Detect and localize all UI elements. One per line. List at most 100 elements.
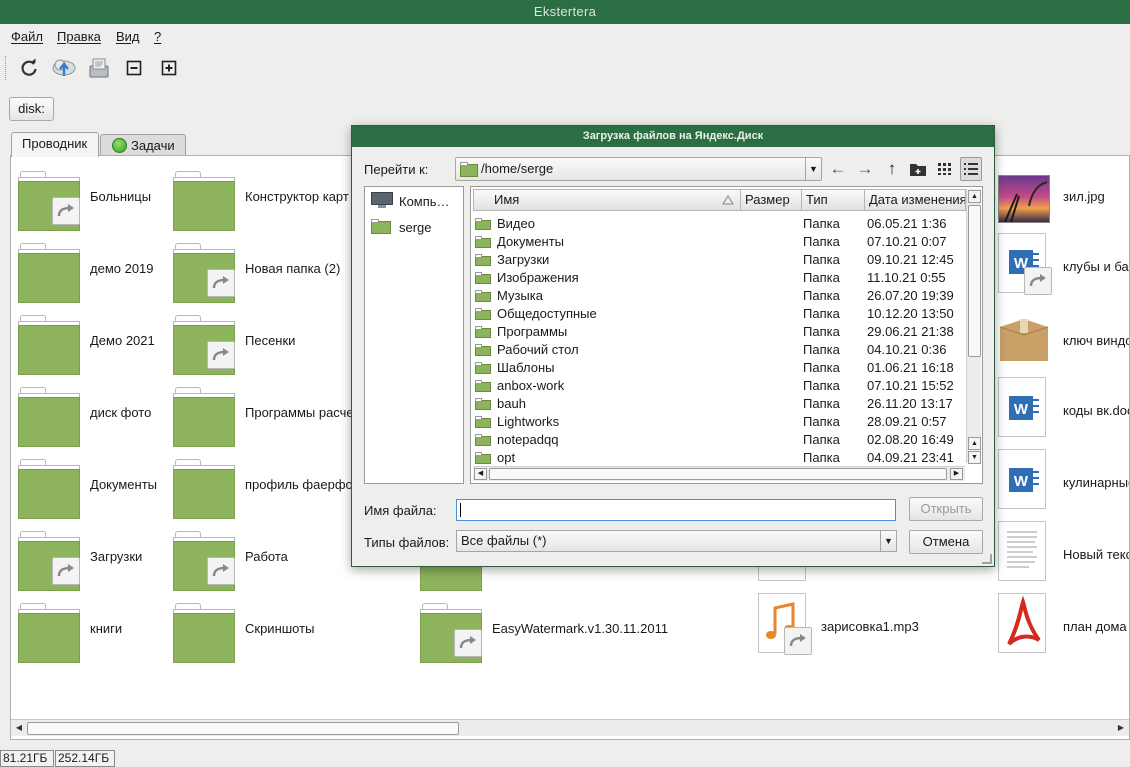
item-image[interactable]: зил.jpg bbox=[998, 169, 1129, 231]
item-folder[interactable]: Конструктор карт bbox=[173, 169, 353, 231]
file-row[interactable]: Загрузки Папка 09.10.21 12:45 bbox=[473, 251, 965, 269]
filename-input[interactable] bbox=[456, 499, 896, 521]
item-folder[interactable]: Документы bbox=[18, 457, 168, 519]
folder-icon bbox=[18, 241, 80, 303]
file-row[interactable]: Изображения Папка 11.10.21 0:55 bbox=[473, 269, 965, 287]
file-row[interactable]: bauh Папка 26.11.20 13:17 bbox=[473, 395, 965, 413]
file-date: 28.09.21 0:57 bbox=[867, 414, 947, 429]
open-button[interactable]: Открыть bbox=[909, 497, 983, 521]
menu-view[interactable]: Вид bbox=[116, 29, 140, 44]
item-label: Загрузки bbox=[90, 549, 143, 564]
place-home[interactable]: serge bbox=[369, 216, 461, 238]
item-folder[interactable]: Скриншоты bbox=[173, 601, 353, 663]
file-name: Программы bbox=[497, 324, 568, 339]
column-header-type[interactable]: Тип bbox=[801, 189, 865, 211]
item-folder[interactable]: Работа bbox=[173, 529, 353, 591]
scrollbar-thumb[interactable] bbox=[27, 722, 459, 735]
image-thumbnail-icon bbox=[998, 175, 1050, 223]
item-folder[interactable]: Загрузки bbox=[18, 529, 168, 591]
file-row[interactable]: Общедоступные Папка 10.12.20 13:50 bbox=[473, 305, 965, 323]
item-text[interactable]: Новый текс bbox=[998, 521, 1130, 583]
menu-file[interactable]: Файл bbox=[11, 29, 43, 44]
item-folder[interactable]: профиль фаерфо bbox=[173, 457, 353, 519]
file-row[interactable]: Видео Папка 06.05.21 1:36 bbox=[473, 215, 965, 233]
up-arrow-icon[interactable]: ↑ bbox=[881, 157, 903, 181]
file-row[interactable]: opt Папка 04.09.21 23:41 bbox=[473, 449, 965, 467]
item-label: зил.jpg bbox=[1063, 189, 1105, 204]
item-folder[interactable]: EasyWatermark.v1.30.11.2011 bbox=[420, 601, 720, 663]
item-word[interactable]: W клубы и бар bbox=[998, 233, 1129, 295]
dropdown-arrow-icon[interactable]: ▼ bbox=[880, 531, 896, 551]
scroll-up-icon[interactable]: ▲ bbox=[968, 190, 981, 203]
column-header-name[interactable]: Имя bbox=[473, 189, 741, 211]
column-header-size[interactable]: Размер bbox=[740, 189, 802, 211]
item-label: Конструктор карт bbox=[245, 189, 349, 204]
back-arrow-icon[interactable]: ← bbox=[827, 157, 849, 181]
item-label: Новый текс bbox=[1063, 547, 1130, 562]
path-combobox[interactable]: /home/serge ▼ bbox=[455, 157, 822, 181]
file-date: 26.07.20 19:39 bbox=[867, 288, 954, 303]
item-folder[interactable]: демо 2019 bbox=[18, 241, 168, 303]
file-row[interactable]: Документы Папка 07.10.21 0:07 bbox=[473, 233, 965, 251]
item-folder[interactable]: диск фото bbox=[18, 385, 168, 447]
new-folder-icon[interactable] bbox=[907, 157, 929, 181]
item-folder[interactable]: Новая папка (2) bbox=[173, 241, 353, 303]
scroll-down-icon[interactable]: ▼ bbox=[968, 451, 981, 464]
horizontal-scrollbar[interactable]: ◀ ▶ bbox=[11, 719, 1129, 736]
horizontal-scrollbar[interactable]: ◀ ▶ bbox=[473, 466, 965, 481]
file-row[interactable]: Программы Папка 29.06.21 21:38 bbox=[473, 323, 965, 341]
file-row[interactable]: Шаблоны Папка 01.06.21 16:18 bbox=[473, 359, 965, 377]
scrollbar-thumb[interactable] bbox=[968, 205, 981, 357]
scroll-left-icon[interactable]: ◀ bbox=[12, 721, 26, 735]
file-row[interactable]: Lightworks Папка 28.09.21 0:57 bbox=[473, 413, 965, 431]
item-word[interactable]: W кулинарные bbox=[998, 449, 1129, 511]
column-header-date[interactable]: Дата изменения bbox=[864, 189, 966, 211]
upload-cloud-icon[interactable] bbox=[51, 55, 77, 81]
tab-explorer[interactable]: Проводник bbox=[11, 132, 99, 157]
item-folder[interactable]: Больницы bbox=[18, 169, 168, 231]
scroll-right-icon[interactable]: ▶ bbox=[950, 468, 963, 480]
file-name: Рабочий стол bbox=[497, 342, 579, 357]
folder-icon bbox=[475, 236, 491, 248]
scroll-right-icon[interactable]: ▶ bbox=[1114, 721, 1128, 735]
scrollbar-thumb[interactable] bbox=[489, 468, 947, 480]
file-name: anbox-work bbox=[497, 378, 565, 393]
collapse-icon[interactable] bbox=[121, 55, 147, 81]
item-folder[interactable]: книги bbox=[18, 601, 168, 663]
disk-button[interactable]: disk: bbox=[9, 97, 54, 121]
place-computer[interactable]: Компь… bbox=[369, 190, 461, 212]
list-view-icon[interactable] bbox=[960, 157, 982, 181]
scroll-up-icon[interactable]: ▲ bbox=[968, 437, 981, 450]
scroll-left-icon[interactable]: ◀ bbox=[474, 468, 487, 480]
cancel-button[interactable]: Отмена bbox=[909, 530, 983, 554]
file-row[interactable]: Музыка Папка 26.07.20 19:39 bbox=[473, 287, 965, 305]
expand-icon[interactable] bbox=[156, 55, 182, 81]
item-folder[interactable]: Демо 2021 bbox=[18, 313, 168, 375]
item-folder[interactable]: Песенки bbox=[173, 313, 353, 375]
filetypes-combobox[interactable]: Все файлы (*) ▼ bbox=[456, 530, 897, 552]
folder-icon bbox=[475, 290, 491, 302]
item-folder[interactable]: Программы расче bbox=[173, 385, 354, 447]
resize-grip-icon[interactable] bbox=[982, 554, 992, 564]
file-row[interactable]: notepadqq Папка 02.08.20 16:49 bbox=[473, 431, 965, 449]
vertical-scrollbar[interactable]: ▲ ▲ ▼ bbox=[966, 189, 981, 464]
item-box[interactable]: ключ виндо bbox=[998, 313, 1129, 375]
toolbar-grip[interactable] bbox=[5, 56, 8, 80]
places-panel: Компь… serge bbox=[364, 186, 464, 484]
dropdown-arrow-icon[interactable]: ▼ bbox=[805, 158, 821, 180]
file-date: 04.10.21 0:36 bbox=[867, 342, 947, 357]
download-icon[interactable] bbox=[86, 55, 112, 81]
item-pdf[interactable]: план дома bbox=[998, 593, 1129, 655]
icon-view-icon[interactable] bbox=[934, 157, 956, 181]
menu-bar: Файл Правка Вид ? bbox=[0, 26, 1130, 48]
file-date: 29.06.21 21:38 bbox=[867, 324, 954, 339]
menu-edit[interactable]: Правка bbox=[57, 29, 101, 44]
menu-help[interactable]: ? bbox=[154, 29, 161, 44]
item-label: Больницы bbox=[90, 189, 152, 204]
file-row[interactable]: anbox-work Папка 07.10.21 15:52 bbox=[473, 377, 965, 395]
item-word[interactable]: W коды вк.doc bbox=[998, 377, 1129, 439]
item-audio[interactable]: зарисовка1.mp3 bbox=[758, 593, 958, 655]
file-row[interactable]: Рабочий стол Папка 04.10.21 0:36 bbox=[473, 341, 965, 359]
forward-arrow-icon[interactable]: → bbox=[854, 157, 876, 181]
refresh-icon[interactable] bbox=[16, 55, 42, 81]
